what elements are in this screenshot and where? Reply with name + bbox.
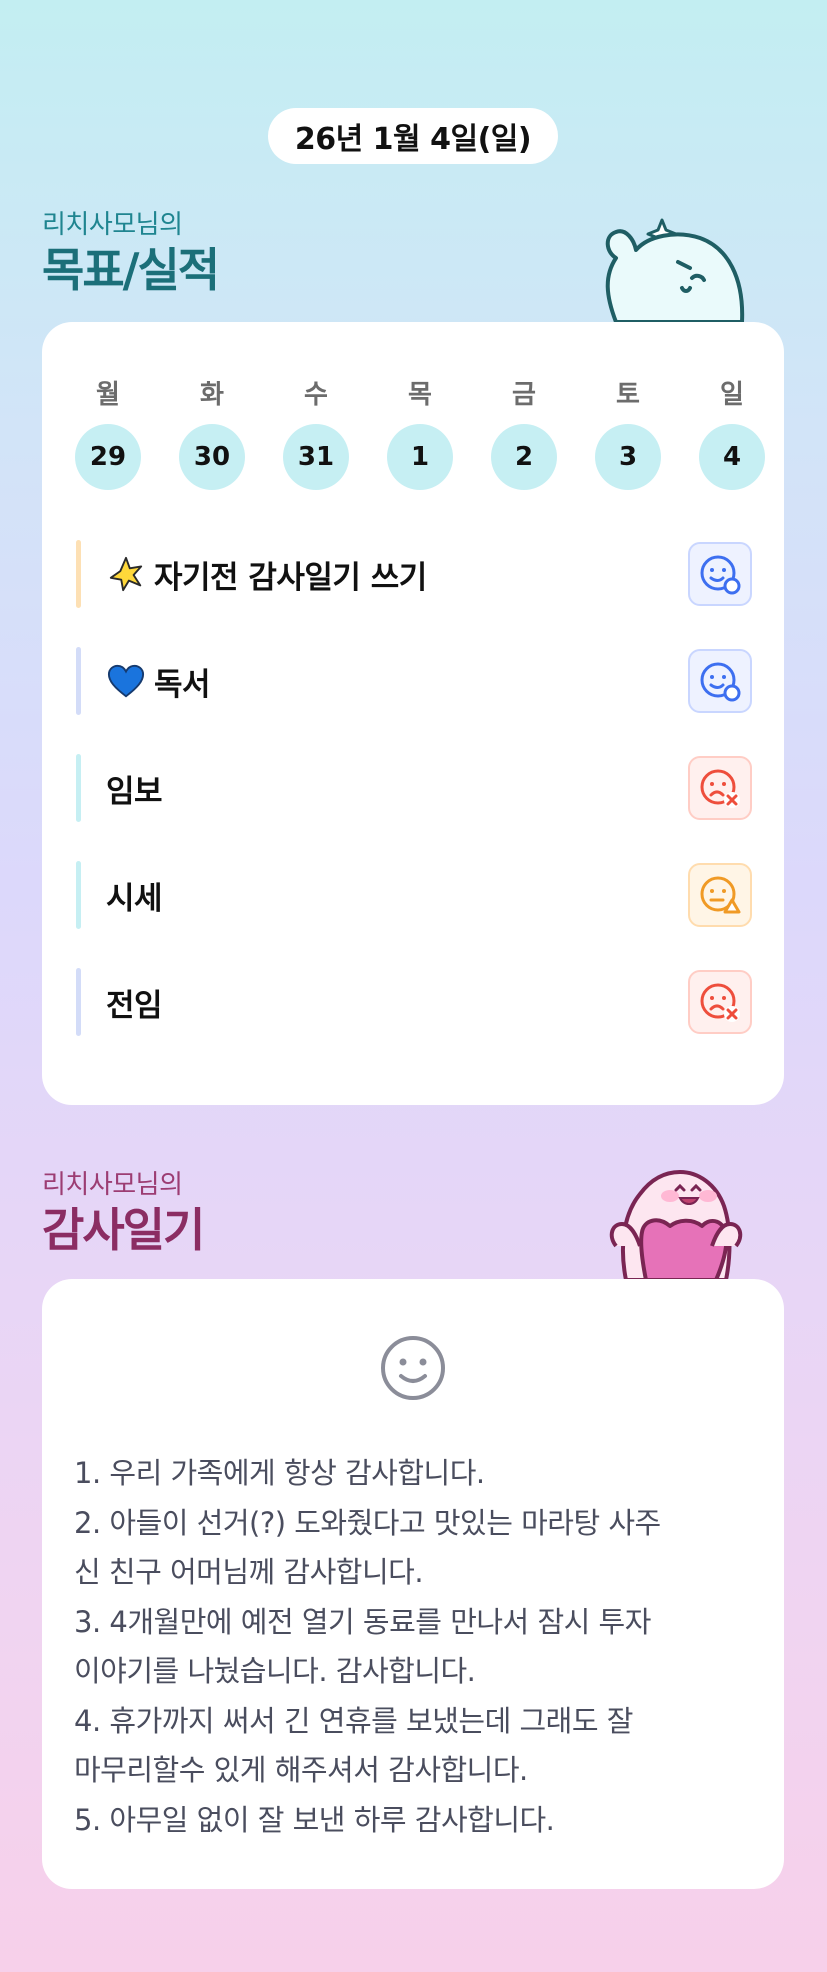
goal-item[interactable]: 전임 [76,968,752,1036]
diary-text: 1. 우리 가족에게 항상 감사합니다. 2. 아들이 선거(?) 도와줬다고 … [74,1449,764,1845]
day-date[interactable]: 4 [699,424,765,490]
day-date[interactable]: 31 [283,424,349,490]
day-date[interactable]: 1 [387,424,453,490]
diary-line: 마무리할수 있게 해주셔서 감사합니다. [74,1753,528,1787]
diary-line: 5. 아무일 없이 잘 보낸 하루 감사합니다. [74,1802,555,1837]
partial-meh-icon[interactable] [688,863,752,927]
day-name: 화 [200,380,224,410]
goal-item[interactable]: 자기전 감사일기 쓰기 [76,540,752,608]
waving-character-illustration [605,218,745,322]
week-calendar: 월 29 화 30 수 31 목 1 금 2 토 3 일 4 [74,374,766,490]
goal-item[interactable]: 독서 [76,647,752,715]
done-smile-icon[interactable] [688,649,752,713]
day-name: 월 [96,380,120,410]
fail-frown-icon[interactable] [688,756,752,820]
goals-card: 월 29 화 30 수 31 목 1 금 2 토 3 일 4 자기전 감사일기 … [42,322,784,1105]
day-date[interactable]: 30 [179,424,245,490]
goal-label: 독서 [154,666,211,703]
diary-title: 감사일기 [42,1203,205,1257]
goal-color-bar [76,861,81,929]
goal-item[interactable]: 임보 [76,754,752,822]
day-column[interactable]: 토 3 [594,374,662,490]
day-name: 금 [512,380,536,410]
heart-icon [106,661,146,701]
smile-icon[interactable] [379,1334,447,1402]
goal-color-bar [76,540,81,608]
diary-line: 3. 4개월만에 예전 열기 동료를 만나서 잠시 투자 [74,1604,651,1639]
heart-character-illustration [609,1169,743,1280]
diary-line: 이야기를 나눴습니다. 감사합니다. [74,1654,476,1688]
goal-label: 임보 [106,773,163,810]
day-column[interactable]: 목 1 [386,374,454,490]
goal-color-bar [76,647,81,715]
day-name: 수 [304,380,328,410]
diary-line: 1. 우리 가족에게 항상 감사합니다. [74,1456,485,1490]
goal-label: 시세 [106,880,163,917]
goals-title: 목표/실적 [42,243,220,297]
day-column[interactable]: 일 4 [698,374,766,490]
done-smile-icon[interactable] [688,542,752,606]
goal-label: 자기전 감사일기 쓰기 [154,559,427,596]
date-pill[interactable]: 26년 1월 4일(일) [268,108,558,164]
day-date[interactable]: 3 [595,424,661,490]
day-name: 일 [720,380,744,410]
day-date[interactable]: 2 [491,424,557,490]
day-column[interactable]: 월 29 [74,374,142,490]
goal-color-bar [76,968,81,1036]
goal-color-bar [76,754,81,822]
diary-line: 4. 휴가까지 써서 긴 연휴를 보냈는데 그래도 잘 [74,1703,633,1738]
goal-item[interactable]: 시세 [76,861,752,929]
day-column[interactable]: 금 2 [490,374,558,490]
fail-frown-icon[interactable] [688,970,752,1034]
day-name: 토 [616,380,640,410]
goal-label: 전임 [106,987,163,1024]
star-icon [106,554,146,594]
diary-line: 2. 아들이 선거(?) 도와줬다고 맛있는 마라탕 사주 [74,1505,661,1540]
day-column[interactable]: 수 31 [282,374,350,490]
diary-line: 신 친구 어머님께 감사합니다. [74,1555,424,1589]
diary-card: 1. 우리 가족에게 항상 감사합니다. 2. 아들이 선거(?) 도와줬다고 … [42,1279,784,1889]
day-column[interactable]: 화 30 [178,374,246,490]
day-date[interactable]: 29 [75,424,141,490]
day-name: 목 [408,380,432,410]
